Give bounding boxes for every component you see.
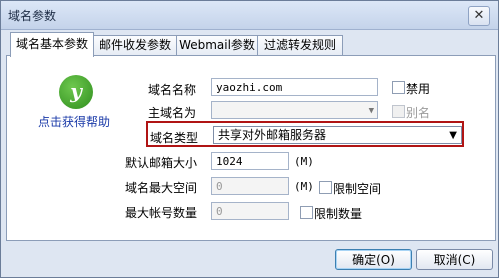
domain-type-select[interactable]: 共享对外邮箱服务器 ▼ — [213, 126, 462, 144]
limit-space-checkbox[interactable] — [319, 181, 332, 194]
default-mailbox-unit: (M) — [294, 155, 314, 168]
limit-count-checkbox[interactable] — [300, 206, 313, 219]
domain-type-value: 共享对外邮箱服务器 — [218, 128, 327, 142]
max-space-unit: (M) — [294, 180, 314, 193]
tab-webmail[interactable]: Webmail参数 — [176, 35, 258, 56]
chevron-down-icon: ▼ — [368, 106, 374, 116]
title-bar: 域名参数 ✕ — [1, 1, 498, 30]
max-accounts-input: 0 — [211, 202, 289, 220]
help-link[interactable]: 点击获得帮助 — [38, 113, 110, 130]
alias-label: 别名 — [406, 106, 431, 120]
limit-space-label: 限制空间 — [333, 182, 382, 196]
disable-label: 禁用 — [406, 82, 431, 96]
tab-filter-forward[interactable]: 过滤转发规则 — [257, 35, 343, 56]
alias-checkbox — [392, 105, 405, 118]
domain-params-dialog: 域名参数 ✕ 域名基本参数 邮件收发参数 Webmail参数 过滤转发规则 y … — [0, 0, 499, 278]
primary-domain-label: 主域名为 — [148, 106, 197, 120]
ok-button[interactable]: 确定(O) — [335, 249, 412, 270]
domain-name-input[interactable]: yaozhi.com — [211, 78, 378, 96]
domain-type-label: 域名类型 — [150, 131, 199, 145]
tab-mail-send-receive[interactable]: 邮件收发参数 — [93, 35, 177, 56]
window-title: 域名参数 — [8, 9, 57, 23]
max-space-label: 域名最大空间 — [125, 181, 198, 195]
disable-checkbox[interactable] — [392, 81, 405, 94]
max-accounts-label: 最大帐号数量 — [125, 206, 198, 220]
close-icon[interactable]: ✕ — [468, 6, 490, 26]
max-space-input: 0 — [211, 177, 289, 195]
primary-domain-select: ▼ — [211, 101, 378, 119]
limit-count-label: 限制数量 — [314, 207, 363, 221]
help-logo-icon[interactable]: y — [59, 75, 93, 109]
chevron-down-icon: ▼ — [449, 130, 457, 141]
default-mailbox-size-input[interactable]: 1024 — [211, 152, 289, 170]
domain-name-label: 域名名称 — [148, 83, 197, 97]
cancel-button[interactable]: 取消(C) — [416, 249, 493, 270]
tab-domain-basic[interactable]: 域名基本参数 — [10, 32, 94, 57]
default-mailbox-size-label: 默认邮箱大小 — [125, 156, 198, 170]
